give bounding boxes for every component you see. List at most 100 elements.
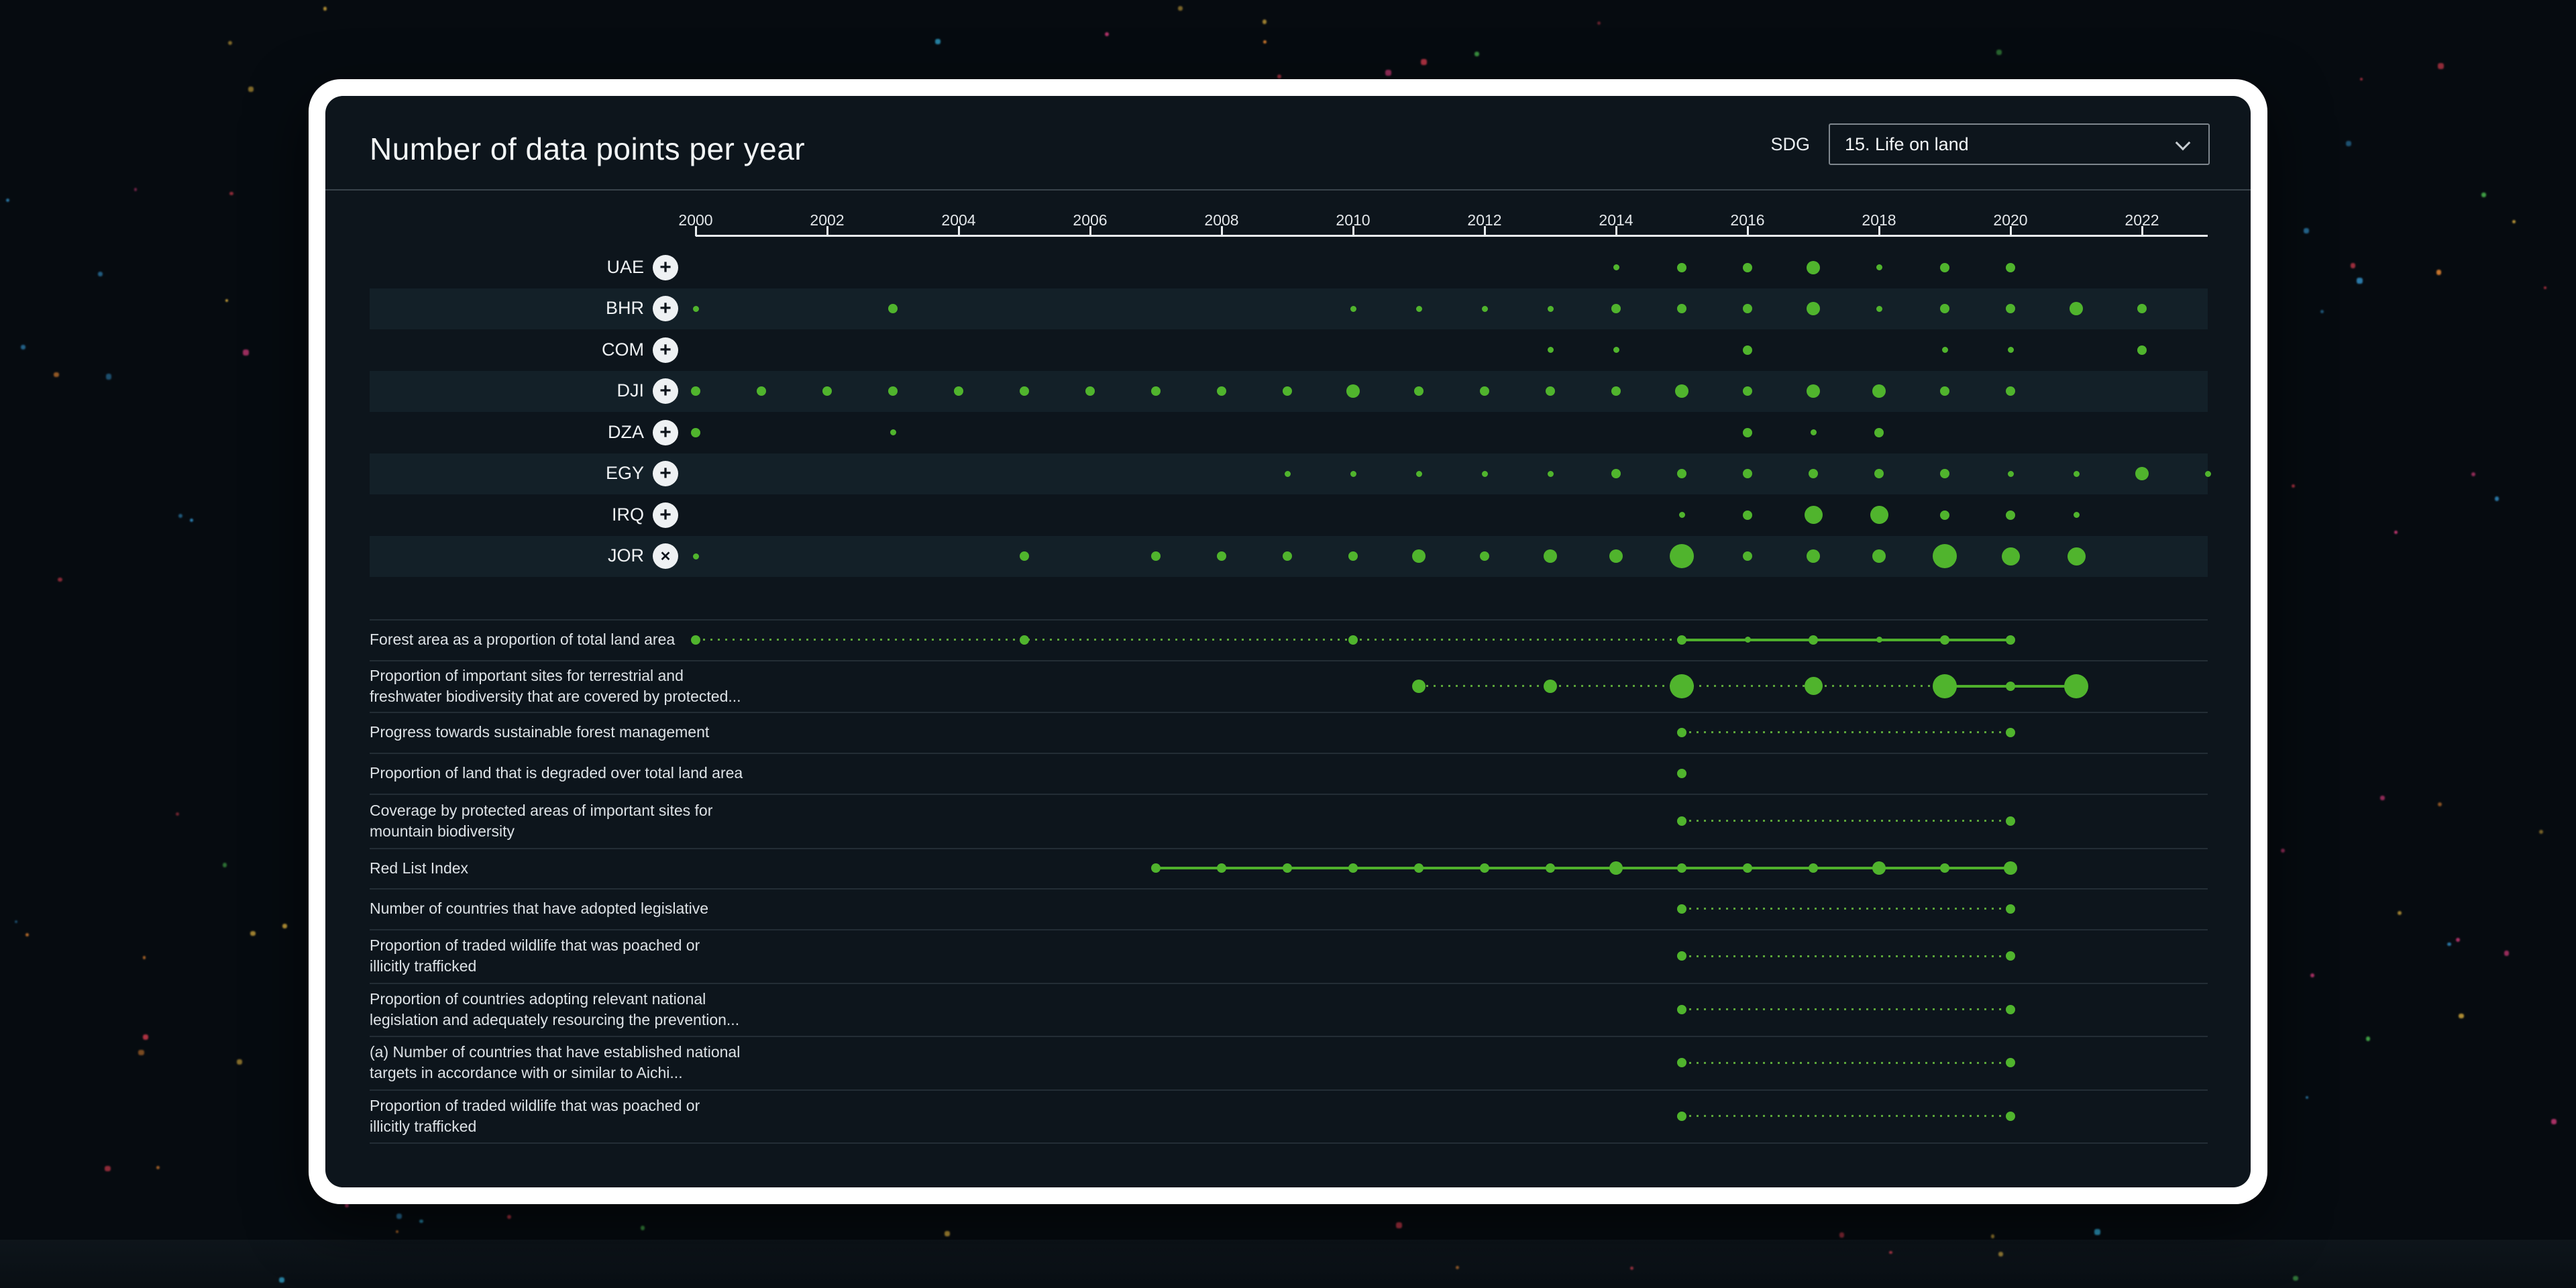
data-point-dot [1933, 544, 1957, 568]
timeline-dotted-segment [1682, 731, 2010, 733]
country-label: COM [370, 339, 644, 360]
data-point-dot [1811, 429, 1817, 435]
indicator-label: Red List Index [370, 848, 920, 888]
background-speck [2320, 310, 2323, 313]
chart-panel: Number of data points per year SDG 15. L… [325, 96, 2251, 1187]
background-speck [2551, 1119, 2557, 1124]
background-speck [134, 188, 137, 191]
sdg-filter-control: SDG 15. Life on land [1770, 123, 2210, 165]
expand-icon[interactable]: + [653, 378, 678, 404]
background-speck [323, 7, 327, 10]
data-point-dot [1548, 306, 1554, 312]
background-speck [1396, 1222, 1401, 1228]
background-speck [2438, 802, 2442, 806]
timeline-dotted-segment [1682, 908, 2010, 910]
expand-icon[interactable]: + [653, 296, 678, 321]
data-point-dot [1743, 345, 1752, 355]
indicator-label: Proportion of traded wildlife that was p… [370, 1089, 920, 1142]
indicator-data-point-dot [1414, 863, 1424, 873]
indicator-data-point-dot [1876, 637, 1882, 643]
indicator-data-point-dot [1872, 861, 1886, 875]
background-speck [396, 1230, 398, 1233]
background-speck [2310, 973, 2314, 977]
country-label: EGY [370, 463, 644, 484]
background-speck [176, 812, 179, 816]
indicator-data-point-dot [2006, 1005, 2015, 1014]
indicator-data-point-dot [2064, 674, 2088, 698]
data-point-dot [1548, 471, 1554, 477]
data-point-dot [1670, 544, 1694, 568]
expand-icon[interactable]: + [653, 255, 678, 280]
background-speck [243, 350, 249, 356]
background-speck [6, 199, 9, 202]
background-speck [143, 956, 146, 959]
indicator-data-point-dot [2006, 951, 2015, 961]
country-label: DJI [370, 380, 644, 401]
indicator-data-point-dot [1677, 635, 1686, 645]
country-label: BHR [370, 298, 644, 319]
indicator-row-divider [370, 1142, 2208, 1144]
expand-icon[interactable]: + [653, 461, 678, 486]
sdg-select-dropdown[interactable]: 15. Life on land [1829, 123, 2210, 165]
indicator-label: Proportion of land that is degraded over… [370, 753, 920, 794]
data-point-dot [2205, 471, 2211, 477]
background-speck [641, 1226, 645, 1230]
background-speck [2512, 220, 2516, 223]
indicator-data-point-dot [1546, 863, 1555, 873]
data-point-dot [1350, 306, 1356, 312]
expand-icon[interactable]: + [653, 420, 678, 445]
background-speck [2292, 484, 2295, 488]
background-speck [248, 87, 254, 92]
header-divider [325, 189, 2251, 191]
indicator-label: Coverage by protected areas of important… [370, 794, 920, 848]
background-speck [282, 924, 287, 928]
indicator-data-point-dot [1940, 635, 1949, 645]
timeline-dotted-segment [1682, 1062, 2010, 1064]
axis-line [696, 235, 2208, 237]
data-point-dot [2008, 347, 2014, 353]
indicator-data-point-dot [1348, 635, 1358, 645]
background-speck [2456, 938, 2460, 942]
data-point-dot [1416, 471, 1422, 477]
background-speck [178, 514, 182, 518]
indicator-data-point-dot [1677, 863, 1686, 873]
expand-icon[interactable]: + [653, 337, 678, 363]
background-speck [935, 39, 941, 44]
indicator-data-point-dot [1940, 863, 1949, 873]
background-speck [2471, 472, 2475, 476]
indicator-data-point-dot [1151, 863, 1161, 873]
background-speck [2544, 286, 2546, 289]
background-speck [1277, 74, 1281, 78]
background-speck [1991, 1234, 1995, 1238]
background-speck [228, 41, 232, 45]
indicator-data-point-dot [1677, 1005, 1686, 1014]
country-label: JOR [370, 545, 644, 566]
background-speck [2357, 278, 2363, 284]
data-point-dot [693, 306, 699, 312]
data-point-dot [1876, 264, 1882, 270]
background-speck [2539, 830, 2542, 833]
background-speck [2346, 141, 2351, 146]
background-speck [250, 931, 256, 936]
background-speck [2495, 496, 2500, 501]
data-point-dot [1285, 471, 1291, 477]
background-speck [1996, 50, 2002, 55]
background-speck [507, 1215, 511, 1219]
background-speck [190, 519, 193, 522]
indicator-data-point-dot [1020, 635, 1029, 645]
data-point-dot [1679, 512, 1685, 518]
collapse-icon[interactable]: ✕ [653, 543, 678, 569]
data-point-dot [2068, 547, 2086, 566]
data-point-dot [1548, 347, 1554, 353]
background-speck [2304, 228, 2309, 233]
data-point-dot [1743, 263, 1752, 272]
country-label: DZA [370, 422, 644, 443]
indicator-label: (a) Number of countries that have establ… [370, 1036, 920, 1089]
indicator-data-point-dot [1412, 680, 1426, 693]
background-speck [1839, 1232, 1845, 1238]
data-point-dot [2074, 512, 2080, 518]
indicator-data-point-dot [2006, 635, 2015, 645]
expand-icon[interactable]: + [653, 502, 678, 528]
country-label: IRQ [370, 504, 644, 525]
indicator-data-point-dot [2004, 861, 2017, 875]
